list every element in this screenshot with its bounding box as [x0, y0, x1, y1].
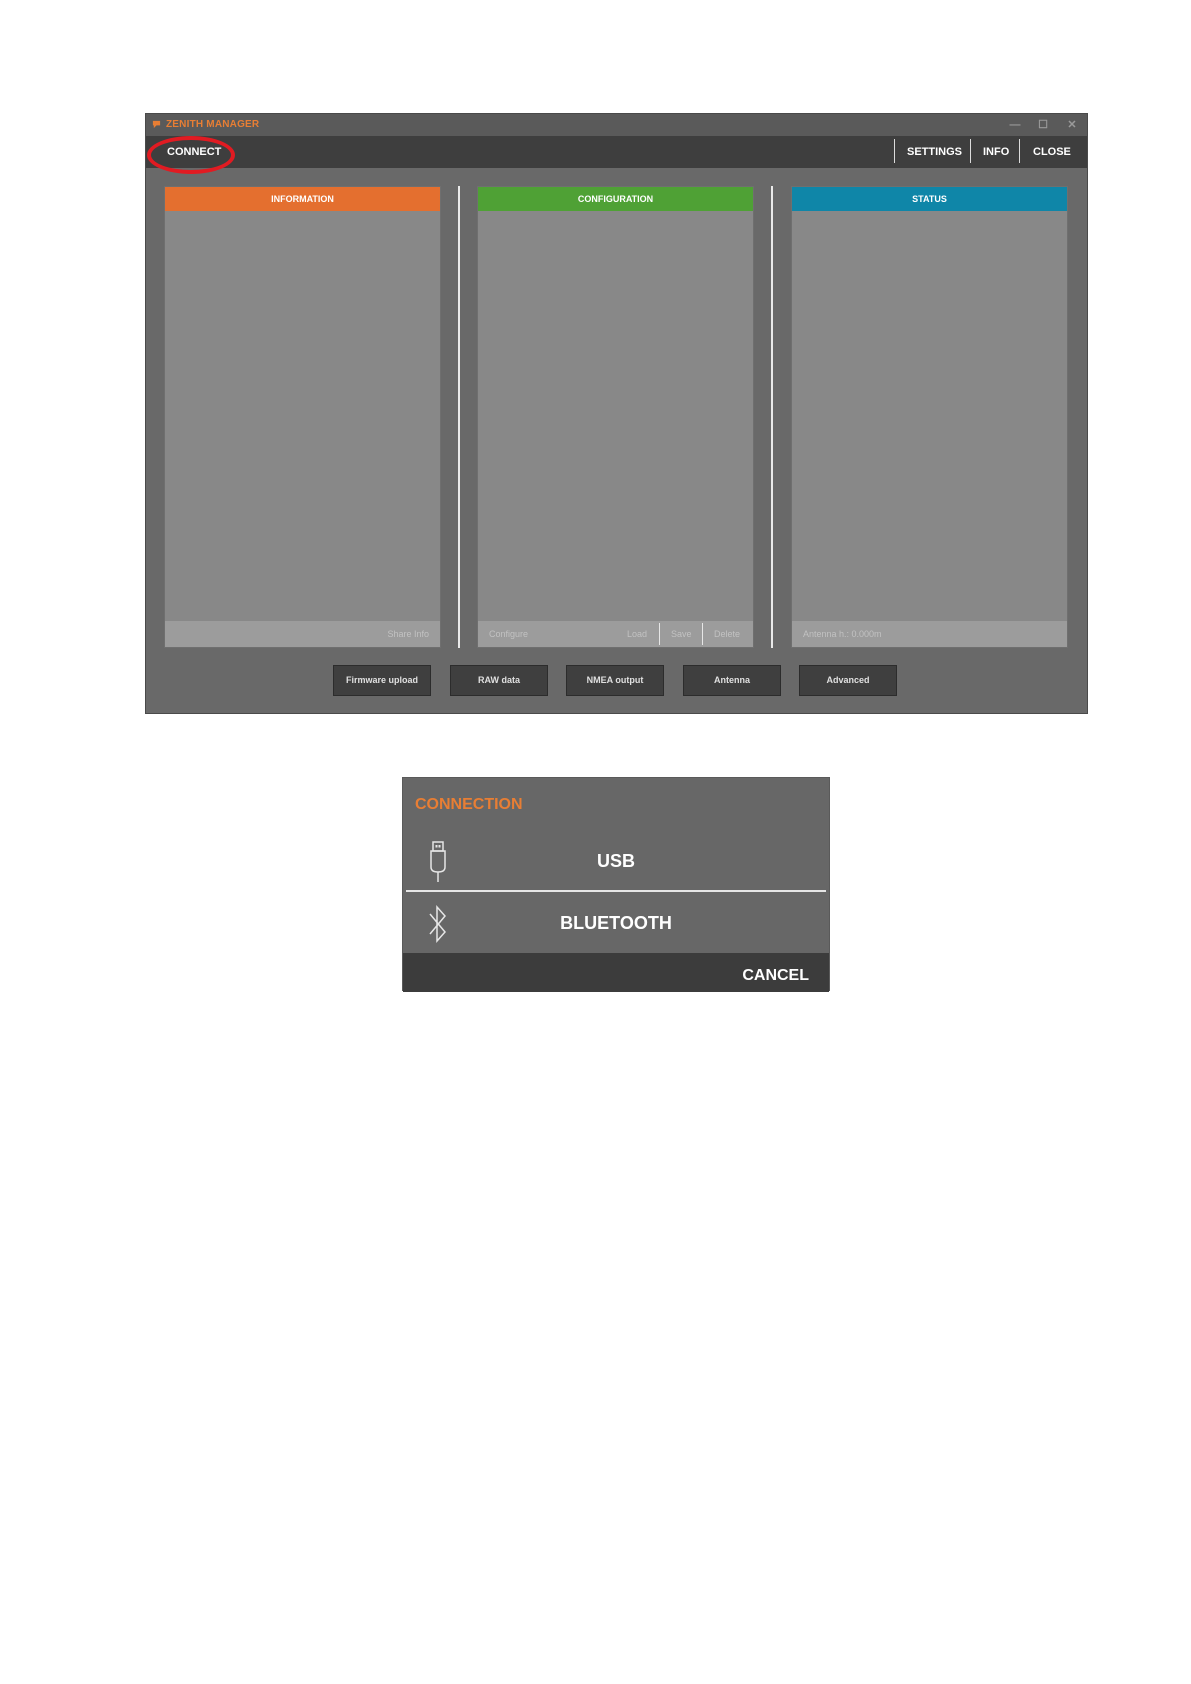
close-button[interactable]: CLOSE [1033, 136, 1071, 168]
menu-separator [894, 139, 895, 163]
advanced-button[interactable]: Advanced [799, 665, 897, 696]
usb-option[interactable]: USB [406, 832, 826, 890]
status-panel-header: STATUS [792, 187, 1067, 211]
minimize-button[interactable]: — [1000, 114, 1030, 136]
footer-separator [702, 623, 703, 645]
configuration-panel-header: CONFIGURATION [478, 187, 753, 211]
save-button[interactable]: Save [671, 621, 692, 647]
cancel-button[interactable]: CANCEL [742, 967, 809, 985]
status-panel-footer: Antenna h.: 0.000m [792, 621, 1067, 647]
antenna-height-readout: Antenna h.: 0.000m [803, 629, 882, 639]
connection-dialog: CONNECTION USB BLUETOOTH CANCEL [402, 777, 830, 992]
status-panel: STATUS Antenna h.: 0.000m [791, 186, 1068, 648]
connect-highlight-ring [147, 136, 235, 174]
menu-bar: CONNECT SETTINGS INFO CLOSE [146, 136, 1087, 168]
panel-separator [771, 186, 773, 648]
configuration-panel: CONFIGURATION Configure Load Save Delete [477, 186, 754, 648]
info-button[interactable]: INFO [983, 136, 1009, 168]
antenna-button[interactable]: Antenna [683, 665, 781, 696]
title-bar: ZENITH MANAGER — ☐ ✕ [146, 114, 1087, 136]
firmware-upload-button[interactable]: Firmware upload [333, 665, 431, 696]
menu-separator [970, 139, 971, 163]
panel-separator [458, 186, 460, 648]
menu-separator [1019, 139, 1020, 163]
share-info-button[interactable]: Share Info [387, 621, 429, 647]
dialog-title: CONNECTION [415, 796, 523, 813]
information-panel-footer: Share Info [165, 621, 440, 647]
delete-button[interactable]: Delete [714, 621, 740, 647]
maximize-button[interactable]: ☐ [1028, 114, 1058, 136]
load-button[interactable]: Load [627, 621, 647, 647]
configuration-panel-footer: Configure Load Save Delete [478, 621, 753, 647]
information-panel-header: INFORMATION [165, 187, 440, 211]
bluetooth-option[interactable]: BLUETOOTH [406, 894, 826, 952]
raw-data-button[interactable]: RAW data [450, 665, 548, 696]
footer-separator [659, 623, 660, 645]
app-title: ZENITH MANAGER [166, 119, 260, 130]
option-divider [406, 890, 826, 892]
nmea-output-button[interactable]: NMEA output [566, 665, 664, 696]
usb-option-label: USB [596, 851, 635, 871]
information-panel: INFORMATION Share Info [164, 186, 441, 648]
settings-button[interactable]: SETTINGS [907, 136, 962, 168]
zenith-logo-icon [152, 120, 161, 129]
configure-button[interactable]: Configure [489, 621, 528, 647]
dialog-footer: CANCEL [403, 953, 829, 992]
bluetooth-option-label: BLUETOOTH [560, 913, 672, 933]
zenith-manager-window: ZENITH MANAGER — ☐ ✕ CONNECT SETTINGS IN… [145, 113, 1088, 714]
window-close-button[interactable]: ✕ [1057, 114, 1087, 136]
